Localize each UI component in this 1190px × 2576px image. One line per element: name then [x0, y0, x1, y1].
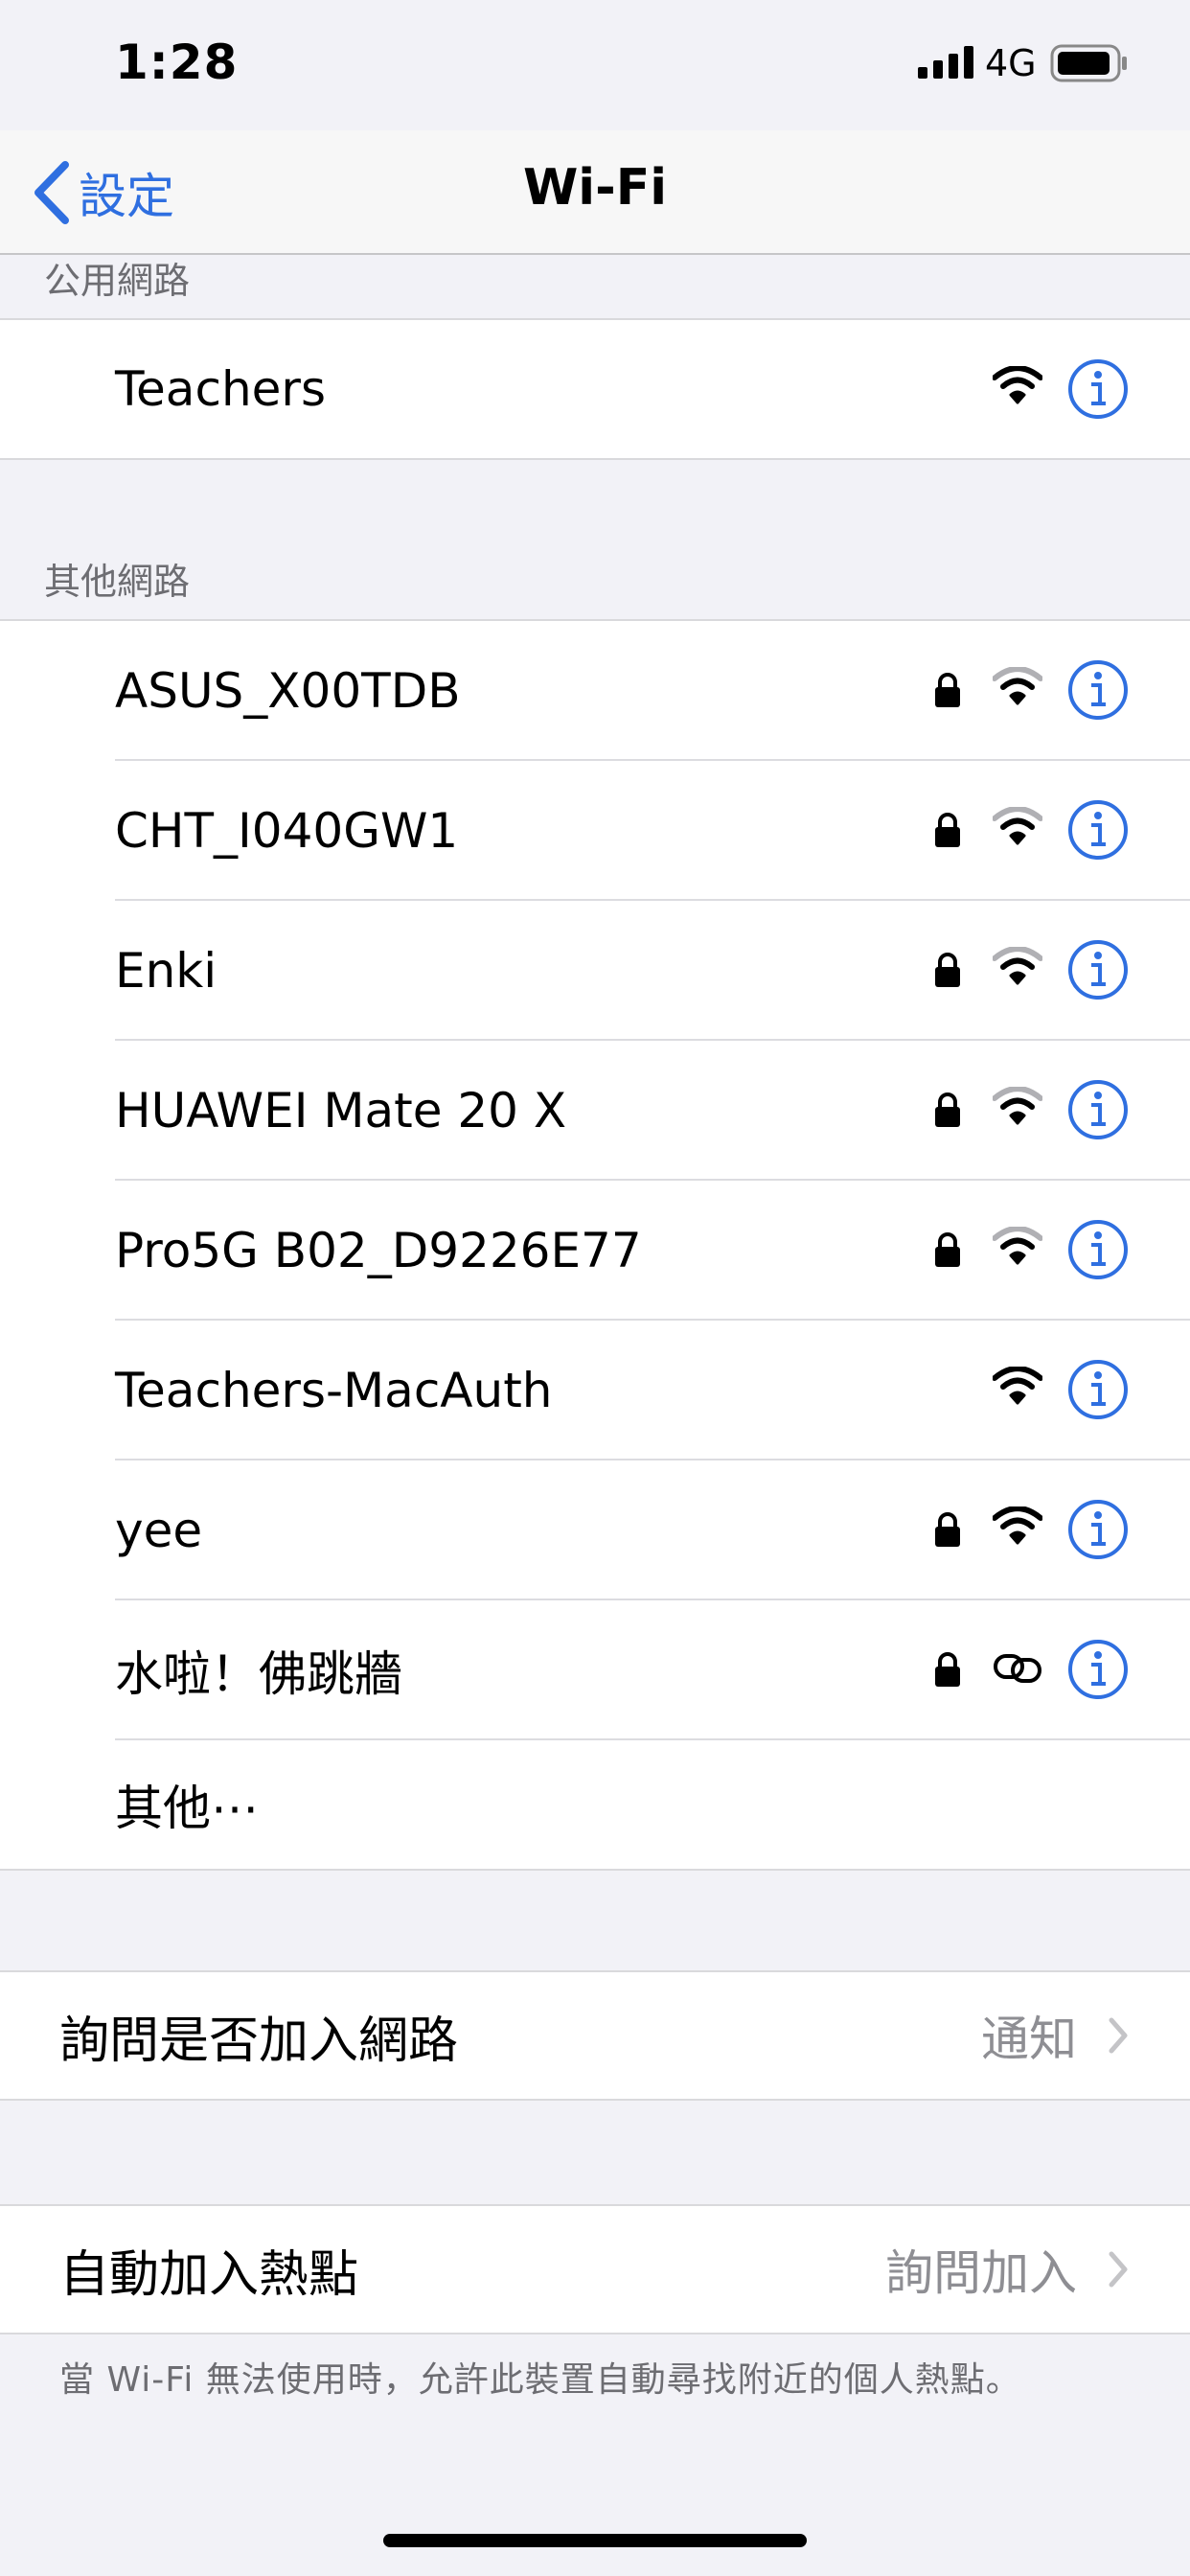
network-type: 4G: [985, 42, 1037, 84]
lock-icon: [935, 1652, 960, 1687]
page-title: Wi-Fi: [522, 159, 668, 217]
network-name: HUAWEI Mate 20 X: [115, 1083, 567, 1138]
lock-icon: [935, 1512, 960, 1547]
wifi-icon: [993, 1227, 1042, 1265]
info-icon[interactable]: [1067, 799, 1129, 861]
other-networks-group: ASUS_X00TDB CHT_I040GW1 Enki HUAWEI Mate…: [0, 619, 1190, 1871]
ask-to-join-row[interactable]: 詢問是否加入網路 通知: [0, 1972, 1190, 2099]
lock-icon: [935, 953, 960, 987]
ask-to-join-label: 詢問是否加入網路: [59, 2012, 459, 2070]
navigation-bar: 設定 Wi-Fi: [0, 130, 1190, 255]
info-icon[interactable]: [1067, 1359, 1129, 1420]
network-row[interactable]: HUAWEI Mate 20 X: [0, 1041, 1190, 1181]
wifi-icon: [993, 1506, 1042, 1545]
network-row[interactable]: ASUS_X00TDB: [0, 621, 1190, 761]
lock-icon: [935, 673, 960, 707]
network-name: ASUS_X00TDB: [115, 663, 461, 719]
auto-join-hotspot-note: 當 Wi-Fi 無法使用時，允許此裝置自動尋找附近的個人熱點。: [59, 2360, 1021, 2400]
lock-icon: [935, 813, 960, 847]
wifi-icon: [993, 1367, 1042, 1405]
network-name: Teachers-MacAuth: [115, 1363, 553, 1418]
network-row[interactable]: Pro5G B02_D9226E77: [0, 1181, 1190, 1321]
info-icon[interactable]: [1067, 1639, 1129, 1700]
info-icon[interactable]: [1067, 1499, 1129, 1560]
network-name: Enki: [115, 943, 217, 999]
network-name: Pro5G B02_D9226E77: [115, 1223, 642, 1278]
battery-icon: [1050, 44, 1127, 82]
info-icon[interactable]: [1067, 358, 1129, 420]
network-name: CHT_I040GW1: [115, 803, 459, 859]
signal-bars-icon: [918, 46, 973, 79]
ask-to-join-group: 詢問是否加入網路 通知: [0, 1970, 1190, 2101]
chevron-right-icon: [1109, 2017, 1128, 2054]
public-networks-header: 公用網路: [44, 260, 191, 302]
auto-join-hotspot-row[interactable]: 自動加入熱點 詢問加入: [0, 2206, 1190, 2333]
lock-icon: [935, 1232, 960, 1267]
other-networks-header: 其他網路: [44, 561, 191, 603]
info-icon[interactable]: [1067, 659, 1129, 721]
wifi-icon: [993, 667, 1042, 705]
network-row[interactable]: Teachers-MacAuth: [0, 1321, 1190, 1460]
network-row[interactable]: 水啦！佛跳牆: [0, 1600, 1190, 1740]
network-name: Teachers: [115, 361, 326, 417]
auto-join-hotspot-label: 自動加入熱點: [59, 2245, 359, 2304]
lock-icon: [935, 1092, 960, 1127]
network-name: yee: [115, 1503, 203, 1558]
network-row[interactable]: Teachers: [0, 320, 1190, 458]
ask-to-join-value: 通知: [981, 2012, 1077, 2067]
wifi-icon: [993, 947, 1042, 985]
auto-join-hotspot-value: 詢問加入: [885, 2245, 1077, 2301]
home-indicator[interactable]: [383, 2534, 807, 2547]
wifi-icon: [993, 1087, 1042, 1125]
info-icon[interactable]: [1067, 1219, 1129, 1280]
info-icon[interactable]: [1067, 1079, 1129, 1140]
personal-hotspot-link-icon: [994, 1654, 1041, 1683]
chevron-right-icon: [1109, 2251, 1128, 2288]
wifi-icon: [993, 807, 1042, 845]
network-row[interactable]: CHT_I040GW1: [0, 761, 1190, 901]
other-network-label: 其他⋯: [115, 1781, 259, 1836]
status-bar: 1:28 4G: [0, 0, 1190, 130]
network-name: 水啦！佛跳牆: [115, 1646, 402, 1702]
network-row[interactable]: Enki: [0, 901, 1190, 1041]
wifi-icon: [993, 366, 1042, 404]
network-row[interactable]: yee: [0, 1460, 1190, 1600]
auto-join-hotspot-group: 自動加入熱點 詢問加入: [0, 2204, 1190, 2334]
public-networks-group: Teachers: [0, 318, 1190, 460]
other-network-row[interactable]: 其他⋯: [0, 1740, 1190, 1869]
info-icon[interactable]: [1067, 939, 1129, 1000]
status-time: 1:28: [115, 34, 239, 90]
